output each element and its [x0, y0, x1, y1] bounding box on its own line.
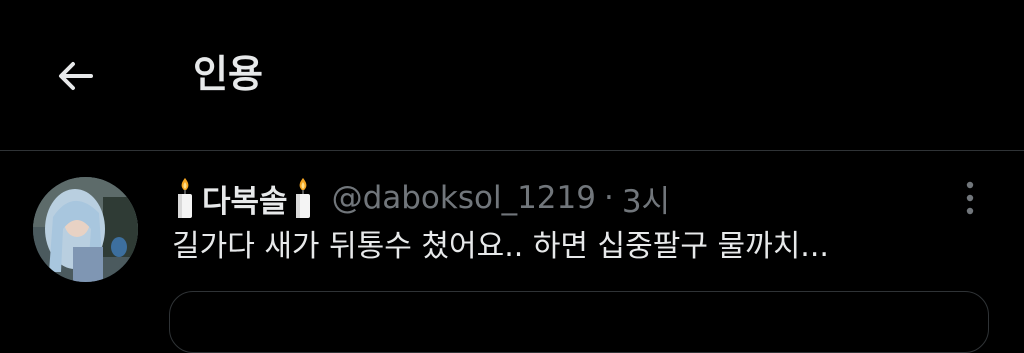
avatar-image [33, 177, 138, 282]
back-button[interactable] [44, 45, 106, 107]
more-options-button[interactable] [952, 173, 988, 223]
avatar[interactable] [33, 177, 138, 282]
page-title: 인용 [193, 52, 263, 96]
tweet[interactable]: 다복솔 @daboksol_1219 · 3시 길가다 새가 뒤통수 쳤어요..… [0, 151, 1024, 353]
candle-icon [172, 176, 198, 220]
arrow-left-icon [59, 62, 93, 90]
timestamp[interactable]: 3시 [622, 176, 670, 221]
top-bar: 인용 [0, 0, 1024, 150]
user-handle[interactable]: @daboksol_1219 [332, 180, 596, 216]
candle-icon [290, 176, 316, 220]
separator-dot: · [603, 180, 614, 216]
quoted-tweet-card[interactable] [169, 291, 989, 353]
display-name[interactable]: 다복솔 [202, 176, 288, 221]
more-vertical-icon [966, 181, 974, 215]
tweet-text[interactable]: 길가다 새가 뒤통수 쳤어요.. 하면 십중팔구 물까치... [172, 225, 829, 269]
tweet-header: 다복솔 @daboksol_1219 · 3시 [172, 174, 670, 222]
